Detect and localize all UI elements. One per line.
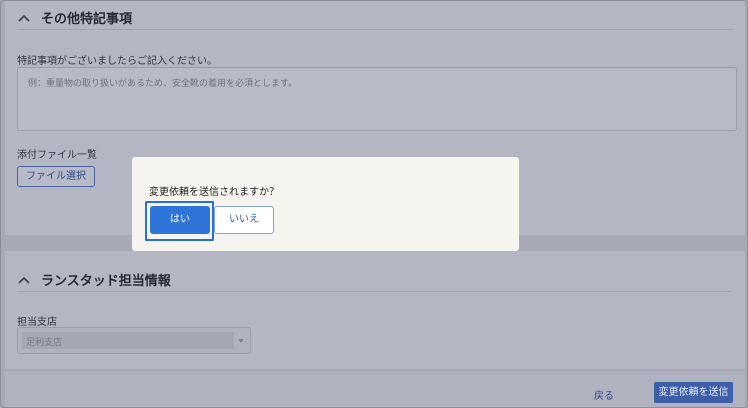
file-select-button[interactable]: ファイル選択	[17, 166, 95, 187]
staff-info-title: ランスタッド担当情報	[41, 274, 171, 289]
yes-button[interactable]: はい	[150, 206, 210, 234]
divider	[17, 291, 731, 292]
back-link[interactable]: 戻る	[594, 387, 614, 402]
submit-change-request-button[interactable]: 変更依頼を送信	[654, 382, 733, 403]
branch-label: 担当支店	[17, 317, 57, 328]
confirm-message: 変更依頼を送信されますか？	[149, 187, 279, 198]
notes-textarea[interactable]: 例：重量物の取り扱いがあるため、安全靴の着用を必須とします。	[17, 67, 737, 131]
attachments-label: 添付ファイル一覧	[17, 150, 97, 161]
staff-info-header[interactable]: ランスタッド担当情報	[17, 270, 171, 289]
divider	[17, 29, 733, 30]
no-button[interactable]: いいえ	[214, 206, 274, 234]
notes-label: 特記事項がございましたらご記入ください。	[17, 56, 217, 67]
footer-bar	[5, 371, 745, 407]
branch-value: 足利支店	[22, 332, 234, 349]
chevron-up-icon	[18, 14, 30, 22]
other-notes-header[interactable]: その他特記事項	[17, 8, 132, 27]
other-notes-title: その他特記事項	[41, 12, 133, 27]
caret-down-icon	[238, 339, 244, 343]
branch-select[interactable]: 足利支店	[17, 327, 251, 354]
chevron-up-icon	[18, 276, 30, 284]
confirm-dialog: 変更依頼を送信されますか？ はい いいえ	[132, 157, 519, 251]
notes-placeholder: 例：重量物の取り扱いがあるため、安全靴の着用を必須とします。	[28, 79, 298, 89]
app-window: その他特記事項 特記事項がございましたらご記入ください。 例：重量物の取り扱いが…	[0, 0, 748, 408]
